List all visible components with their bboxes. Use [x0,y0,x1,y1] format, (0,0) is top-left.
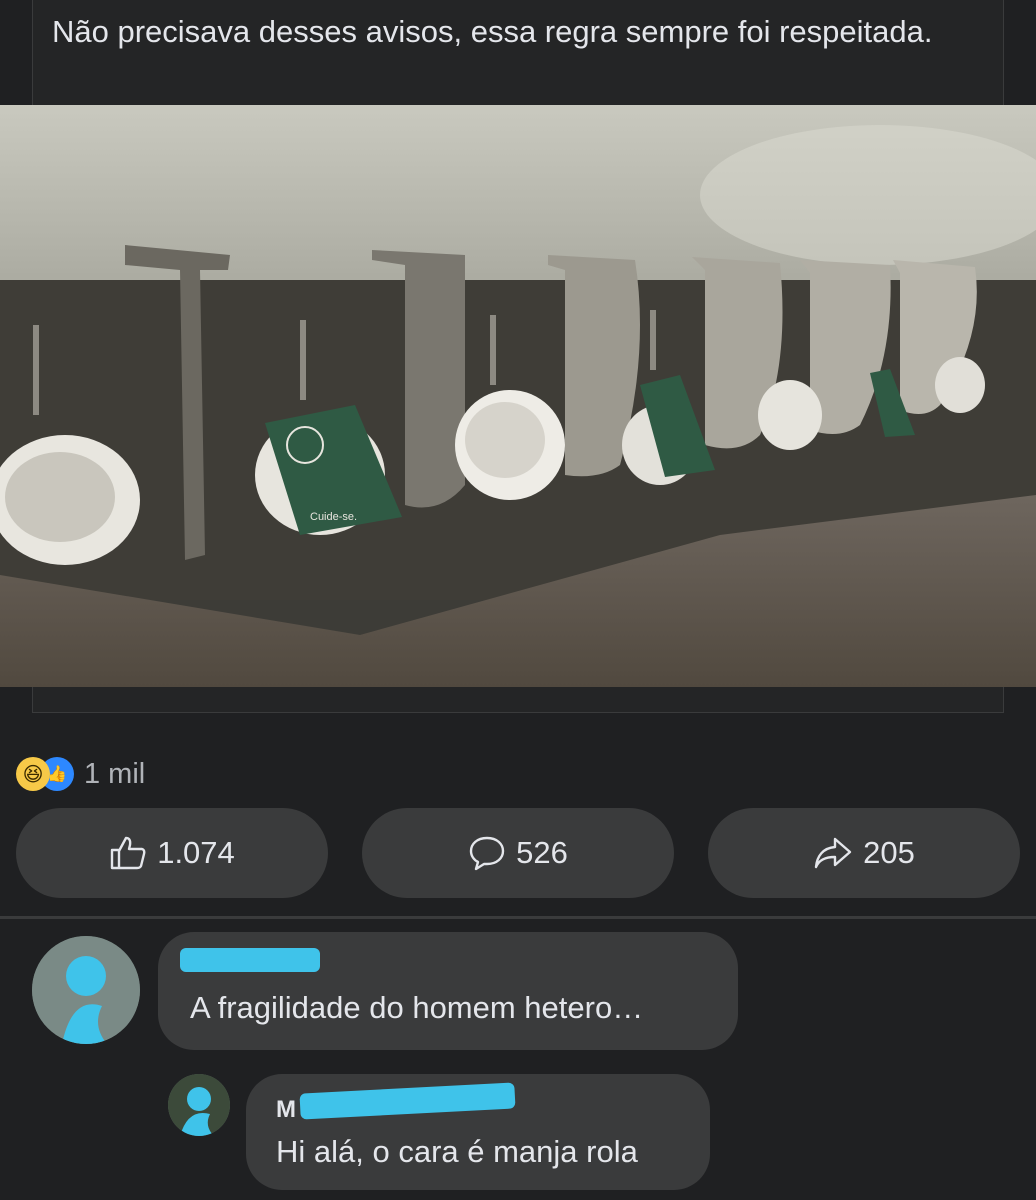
reply-text: Hi alá, o cara é manja rola [276,1134,638,1169]
comment-text: A fragilidade do homem hetero… [190,990,644,1025]
share-count: 205 [863,835,915,870]
post-text: Não precisava desses avisos, essa regra … [52,14,933,49]
avatar-image [32,936,140,1044]
reply-author[interactable]: M [276,1096,296,1124]
comment-icon [469,836,505,871]
reaction-count: 1 mil [84,757,146,790]
like-button[interactable]: 1.074 [16,808,328,898]
share-icon [814,837,852,869]
post-photo[interactable]: Cuide-se. [0,105,1036,687]
avatar[interactable] [32,936,140,1044]
sign-text: Cuide-se. [310,511,357,523]
urinals-photo: Cuide-se. [0,105,1036,687]
redacted-name [180,948,320,972]
reply-avatar[interactable] [168,1074,230,1136]
comment-button[interactable]: 526 [362,808,674,898]
like-count: 1.074 [157,835,235,870]
avatar-image [168,1074,230,1136]
share-button[interactable]: 205 [708,808,1020,898]
haha-icon: 😆 [16,757,50,791]
thumbs-up-icon [111,836,146,870]
comments-divider [0,916,1036,919]
reactions-summary[interactable]: 😆 👍 1 mil [16,756,145,792]
comment-count: 526 [516,835,568,870]
